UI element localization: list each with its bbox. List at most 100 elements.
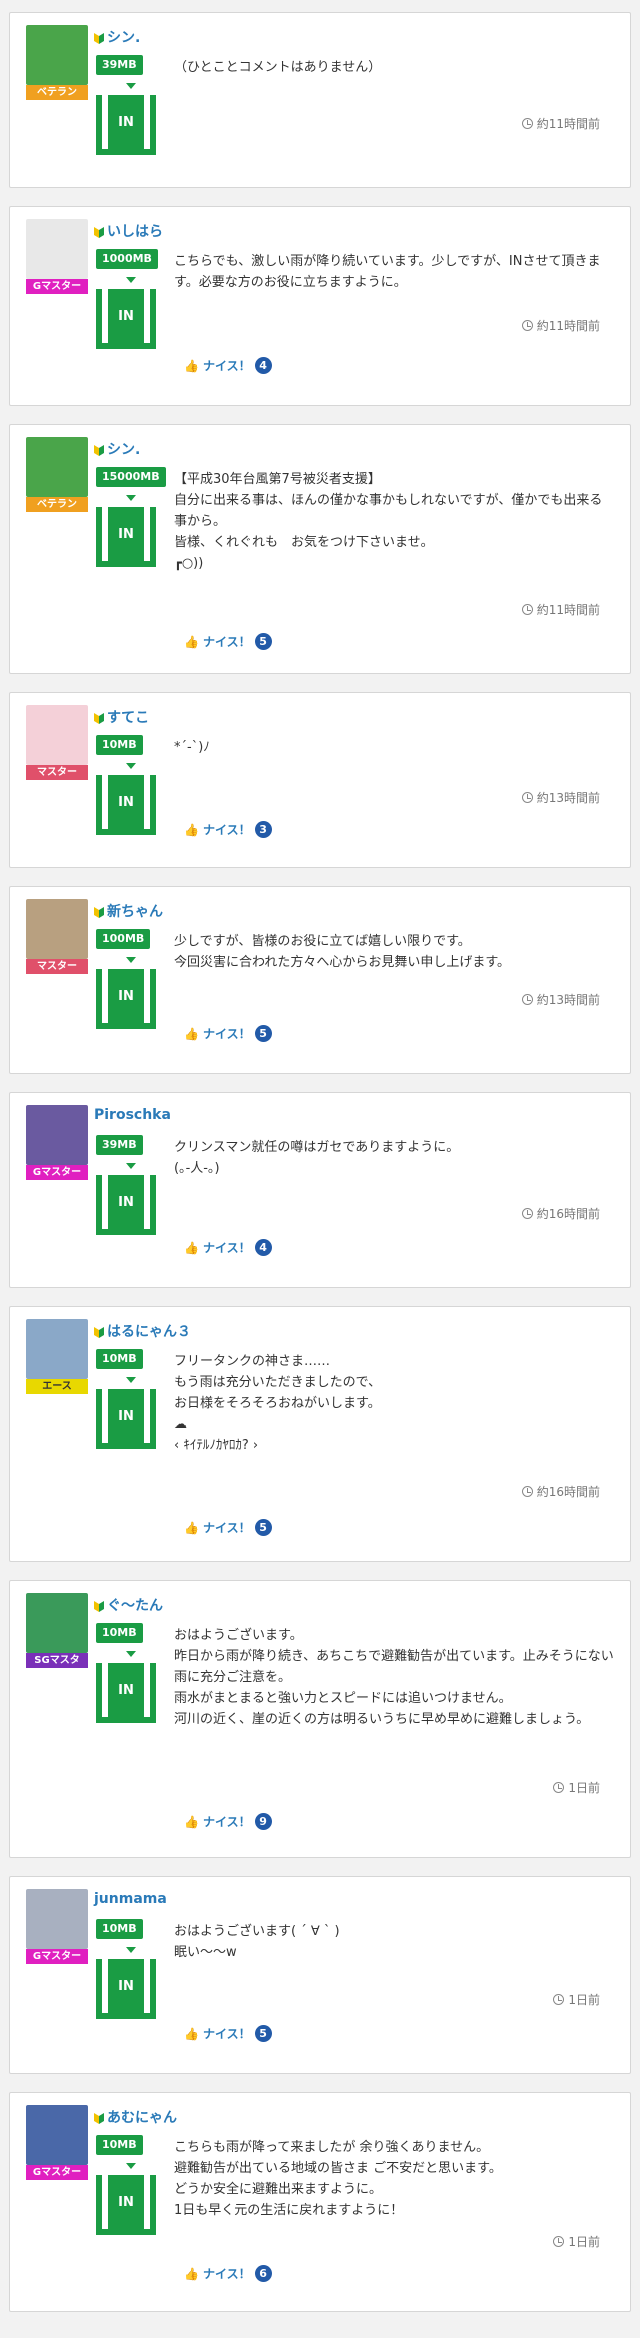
in-label: IN <box>108 969 144 1023</box>
avatar-image[interactable] <box>26 1105 88 1165</box>
in-tank-icon: IN <box>96 1663 156 1723</box>
nice-button[interactable]: 👍 ナイス！ 9 <box>184 1813 272 1830</box>
mb-amount-badge: 39MB <box>96 1135 143 1155</box>
comment-line: フリータンクの神さま…… <box>174 1354 331 1369</box>
avatar-image[interactable] <box>26 1593 88 1653</box>
nice-button[interactable]: 👍 ナイス！ 4 <box>184 1239 272 1256</box>
comment-text: こちらも雨が降って来ましたが 余り強くありません。 避難勧告が出ている地域の皆さま… <box>174 2137 614 2221</box>
username-link[interactable]: Piroschka <box>94 1107 171 1123</box>
avatar-image[interactable] <box>26 899 88 959</box>
avatar-image[interactable] <box>26 1319 88 1379</box>
comment-line: （ひとことコメントはありません） <box>174 60 382 75</box>
down-arrow-icon <box>126 1163 136 1169</box>
username-link[interactable]: シン. <box>94 27 140 47</box>
post-card: エース はるにゃん３ 10MB IN フリータンクの神さま…… もう雨は充分いただきました… <box>9 1306 631 1562</box>
comment-text: おはようございます。 昨日から雨が降り続き、あちこちで避難勧告が出ています。止みそ… <box>174 1625 614 1730</box>
nice-button[interactable]: 👍 ナイス！ 5 <box>184 633 272 650</box>
nice-button[interactable]: 👍 ナイス！ 5 <box>184 1025 272 1042</box>
avatar[interactable]: Gマスター <box>26 2105 88 2180</box>
username-link[interactable]: すてこ <box>94 707 149 727</box>
username-link[interactable]: はるにゃん３ <box>94 1321 191 1341</box>
beginner-mark-icon <box>94 712 104 724</box>
in-label: IN <box>108 95 144 149</box>
post-time: 1日前 <box>553 1779 600 1796</box>
avatar[interactable]: Gマスター <box>26 1105 88 1180</box>
nice-button[interactable]: 👍 ナイス！ 6 <box>184 2265 272 2282</box>
post-time: 約16時間前 <box>521 1483 600 1500</box>
beginner-mark-icon <box>94 226 104 238</box>
thumbs-up-icon: 👍 <box>184 1240 199 1255</box>
post-card: SGマスタ ぐ～たん 10MB IN おはようございます。 昨日から雨が降り続き、あちこち… <box>9 1580 631 1858</box>
avatar-image[interactable] <box>26 437 88 497</box>
username-link[interactable]: シン. <box>94 439 140 459</box>
avatar[interactable]: SGマスタ <box>26 1593 88 1668</box>
nice-button[interactable]: 👍 ナイス！ 4 <box>184 357 272 374</box>
thumbs-up-icon: 👍 <box>184 2026 199 2041</box>
time-text: 1日前 <box>568 2235 600 2249</box>
comment-line: もう雨は充分いただきましたので、 <box>174 1375 382 1390</box>
comment-line: 自分に出来る事は、ほんの僅かな事かもしれないですが、僅かでも出来る事から。 <box>174 493 603 529</box>
username-text: シン. <box>107 30 141 46</box>
in-tank-icon: IN <box>96 289 156 349</box>
comment-line: クリンスマン就任の噂はガセでありますように。 <box>174 1140 460 1155</box>
avatar[interactable]: エース <box>26 1319 88 1394</box>
avatar[interactable]: Gマスター <box>26 1889 88 1964</box>
nice-count-badge: 3 <box>254 821 272 838</box>
down-arrow-icon <box>126 83 136 89</box>
nice-button[interactable]: 👍 ナイス！ 5 <box>184 1519 272 1536</box>
post-time: 約16時間前 <box>521 1205 600 1222</box>
post-time: 約11時間前 <box>521 115 600 132</box>
avatar[interactable]: ベテラン <box>26 437 88 512</box>
username-link[interactable]: junmama <box>94 1891 167 1907</box>
post-card: Gマスター あむにゃん 10MB IN こちらも雨が降って来ましたが 余り強くありません… <box>9 2092 631 2312</box>
avatar[interactable]: Gマスター <box>26 219 88 294</box>
rank-badge: SGマスタ <box>26 1653 88 1668</box>
avatar[interactable]: マスター <box>26 899 88 974</box>
comment-text: 【平成30年台風第7号被災者支援】 自分に出来る事は、ほんの僅かな事かもしれないで… <box>174 469 614 574</box>
thumbs-up-icon: 👍 <box>184 822 199 837</box>
nice-count-badge: 6 <box>254 2265 272 2282</box>
avatar[interactable]: マスター <box>26 705 88 780</box>
username-link[interactable]: ぐ～たん <box>94 1595 163 1615</box>
time-text: 約11時間前 <box>536 117 600 131</box>
down-arrow-icon <box>126 1651 136 1657</box>
username-text: あむにゃん <box>107 2110 177 2126</box>
avatar[interactable]: ベテラン <box>26 25 88 100</box>
username-link[interactable]: いしはら <box>94 221 163 241</box>
comment-line: *´-`)ﾉ <box>174 740 210 755</box>
clock-icon <box>521 792 533 803</box>
avatar-image[interactable] <box>26 2105 88 2165</box>
comment-line: お日様をそろそろおねがいします。 <box>174 1396 381 1411</box>
avatar-image[interactable] <box>26 1889 88 1949</box>
in-tank-icon: IN <box>96 1389 156 1449</box>
nice-button[interactable]: 👍 ナイス！ 5 <box>184 2025 272 2042</box>
in-label: IN <box>108 775 144 829</box>
beginner-mark-icon <box>94 1600 104 1612</box>
in-label: IN <box>108 2175 144 2229</box>
beginner-mark-icon <box>94 2112 104 2124</box>
down-arrow-icon <box>126 495 136 501</box>
nice-label: ナイス！ <box>202 2027 251 2041</box>
username-link[interactable]: あむにゃん <box>94 2107 177 2127</box>
rank-badge: ベテラン <box>26 85 88 100</box>
comment-text: フリータンクの神さま…… もう雨は充分いただきましたので、 お日様をそろそろおねがい… <box>174 1351 614 1456</box>
comment-text: （ひとことコメントはありません） <box>174 57 614 78</box>
username-text: junmama <box>94 1891 167 1907</box>
down-arrow-icon <box>126 277 136 283</box>
comment-text: おはようございます( ´ ∀ ` ) 眠い～～w <box>174 1921 614 1963</box>
nice-label: ナイス！ <box>202 1815 251 1829</box>
in-label: IN <box>108 507 144 561</box>
avatar-image[interactable] <box>26 25 88 85</box>
nice-label: ナイス！ <box>202 823 251 837</box>
nice-count-badge: 5 <box>254 1519 272 1536</box>
avatar-image[interactable] <box>26 219 88 279</box>
nice-button[interactable]: 👍 ナイス！ 3 <box>184 821 272 838</box>
post-time: 1日前 <box>553 1991 600 2008</box>
username-link[interactable]: 新ちゃん <box>94 901 163 921</box>
avatar-image[interactable] <box>26 705 88 765</box>
time-text: 約16時間前 <box>536 1207 600 1221</box>
in-label: IN <box>108 1389 144 1443</box>
rank-badge: エース <box>26 1379 88 1394</box>
comment-text: クリンスマン就任の噂はガセでありますように。 (｡-人-｡) <box>174 1137 614 1179</box>
time-text: 約13時間前 <box>536 791 600 805</box>
